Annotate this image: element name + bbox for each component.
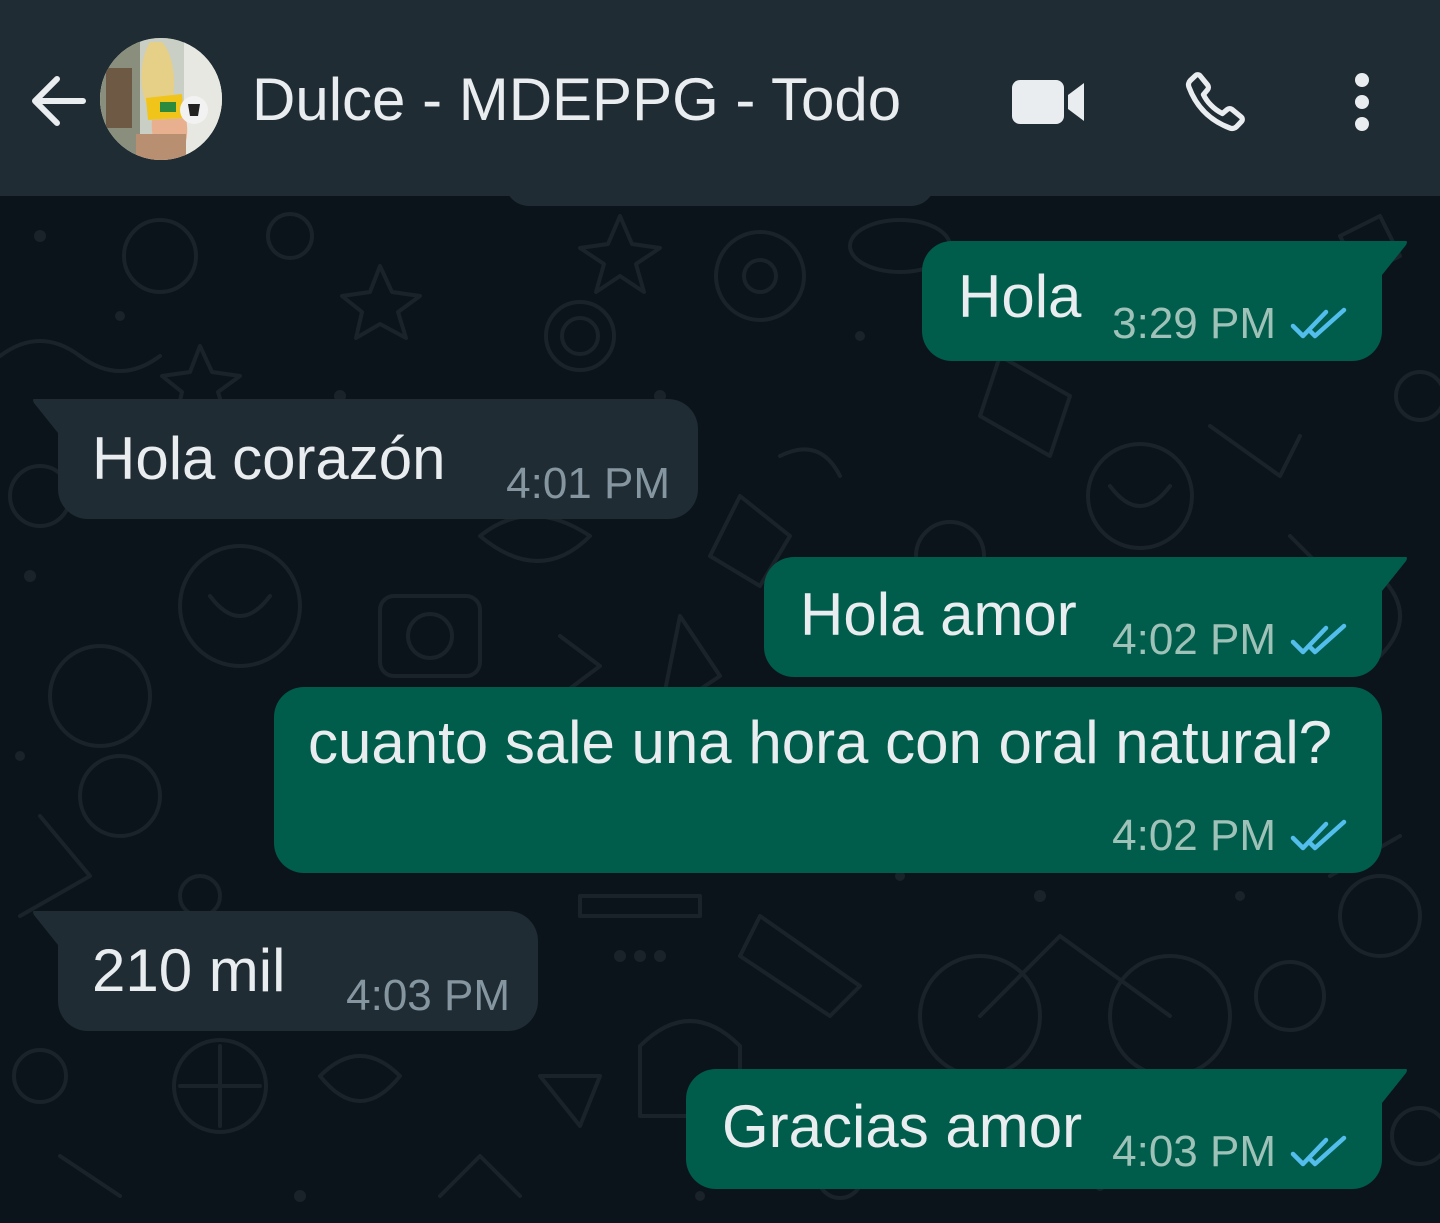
phone-icon [1185,72,1245,132]
bubble-tail [1382,241,1407,275]
contact-avatar[interactable] [100,38,222,160]
message-time: 4:02 PM [1112,615,1276,664]
message-meta: 4:03 PM [1112,1127,1350,1177]
message-time: 4:03 PM [1112,1127,1276,1176]
message-bubble-outgoing[interactable]: Hola amor 4:02 PM [764,557,1407,677]
chat-header: Dulce - MDEPPG - Todo [0,0,1440,196]
bubble-tail [33,399,58,433]
message-bubble-outgoing[interactable]: Hola 3:29 PM [922,241,1407,361]
arrow-left-icon [32,76,86,126]
message-time: 4:02 PM [1112,811,1276,860]
message-text: cuanto sale una hora con oral natural? [308,709,1333,776]
message-meta: 4:02 PM [1112,811,1350,861]
message-bubble-outgoing[interactable]: cuanto sale una hora con oral natural? 4… [274,687,1382,873]
message-time: 3:29 PM [1112,299,1276,348]
message-text: Hola corazón [92,425,446,492]
more-options-button[interactable] [1330,60,1394,144]
message-bubble-incoming[interactable]: 210 mil 4:03 PM [33,911,538,1031]
message-time: 4:03 PM [346,971,510,1020]
double-check-read-icon [1290,307,1347,339]
chat-area[interactable]: Hola 3:29 PM Hola corazón 4:01 PM Hola a… [0,196,1440,1223]
message-text: Hola amor [800,581,1077,648]
voice-call-button[interactable] [1170,62,1260,142]
double-check-read-icon [1290,819,1347,851]
message-meta: 4:02 PM [1112,615,1350,665]
message-text: Gracias amor [722,1093,1083,1160]
bubble-tail [1382,557,1407,591]
message-bubble-outgoing[interactable]: Gracias amor 4:03 PM [686,1069,1407,1189]
message-meta: 4:01 PM [506,459,670,509]
bubble-tail [1382,1069,1407,1103]
message-meta: 3:29 PM [1112,299,1350,349]
video-camera-icon [1012,80,1084,124]
message-meta: 4:03 PM [346,971,510,1021]
message-time: 4:01 PM [506,459,670,508]
message-bubble-incoming[interactable]: Hola corazón 4:01 PM [33,399,698,519]
more-vertical-icon [1355,73,1369,131]
avatar-image [100,38,222,160]
video-call-button[interactable] [1000,66,1096,138]
message-text: 210 mil [92,937,286,1004]
contact-name[interactable]: Dulce - MDEPPG - Todo [252,62,901,138]
previous-message-bubble [505,196,935,206]
message-text: Hola [958,263,1082,330]
bubble-tail [33,911,58,945]
double-check-read-icon [1290,1135,1347,1167]
double-check-read-icon [1290,623,1347,655]
back-button[interactable] [24,66,94,136]
